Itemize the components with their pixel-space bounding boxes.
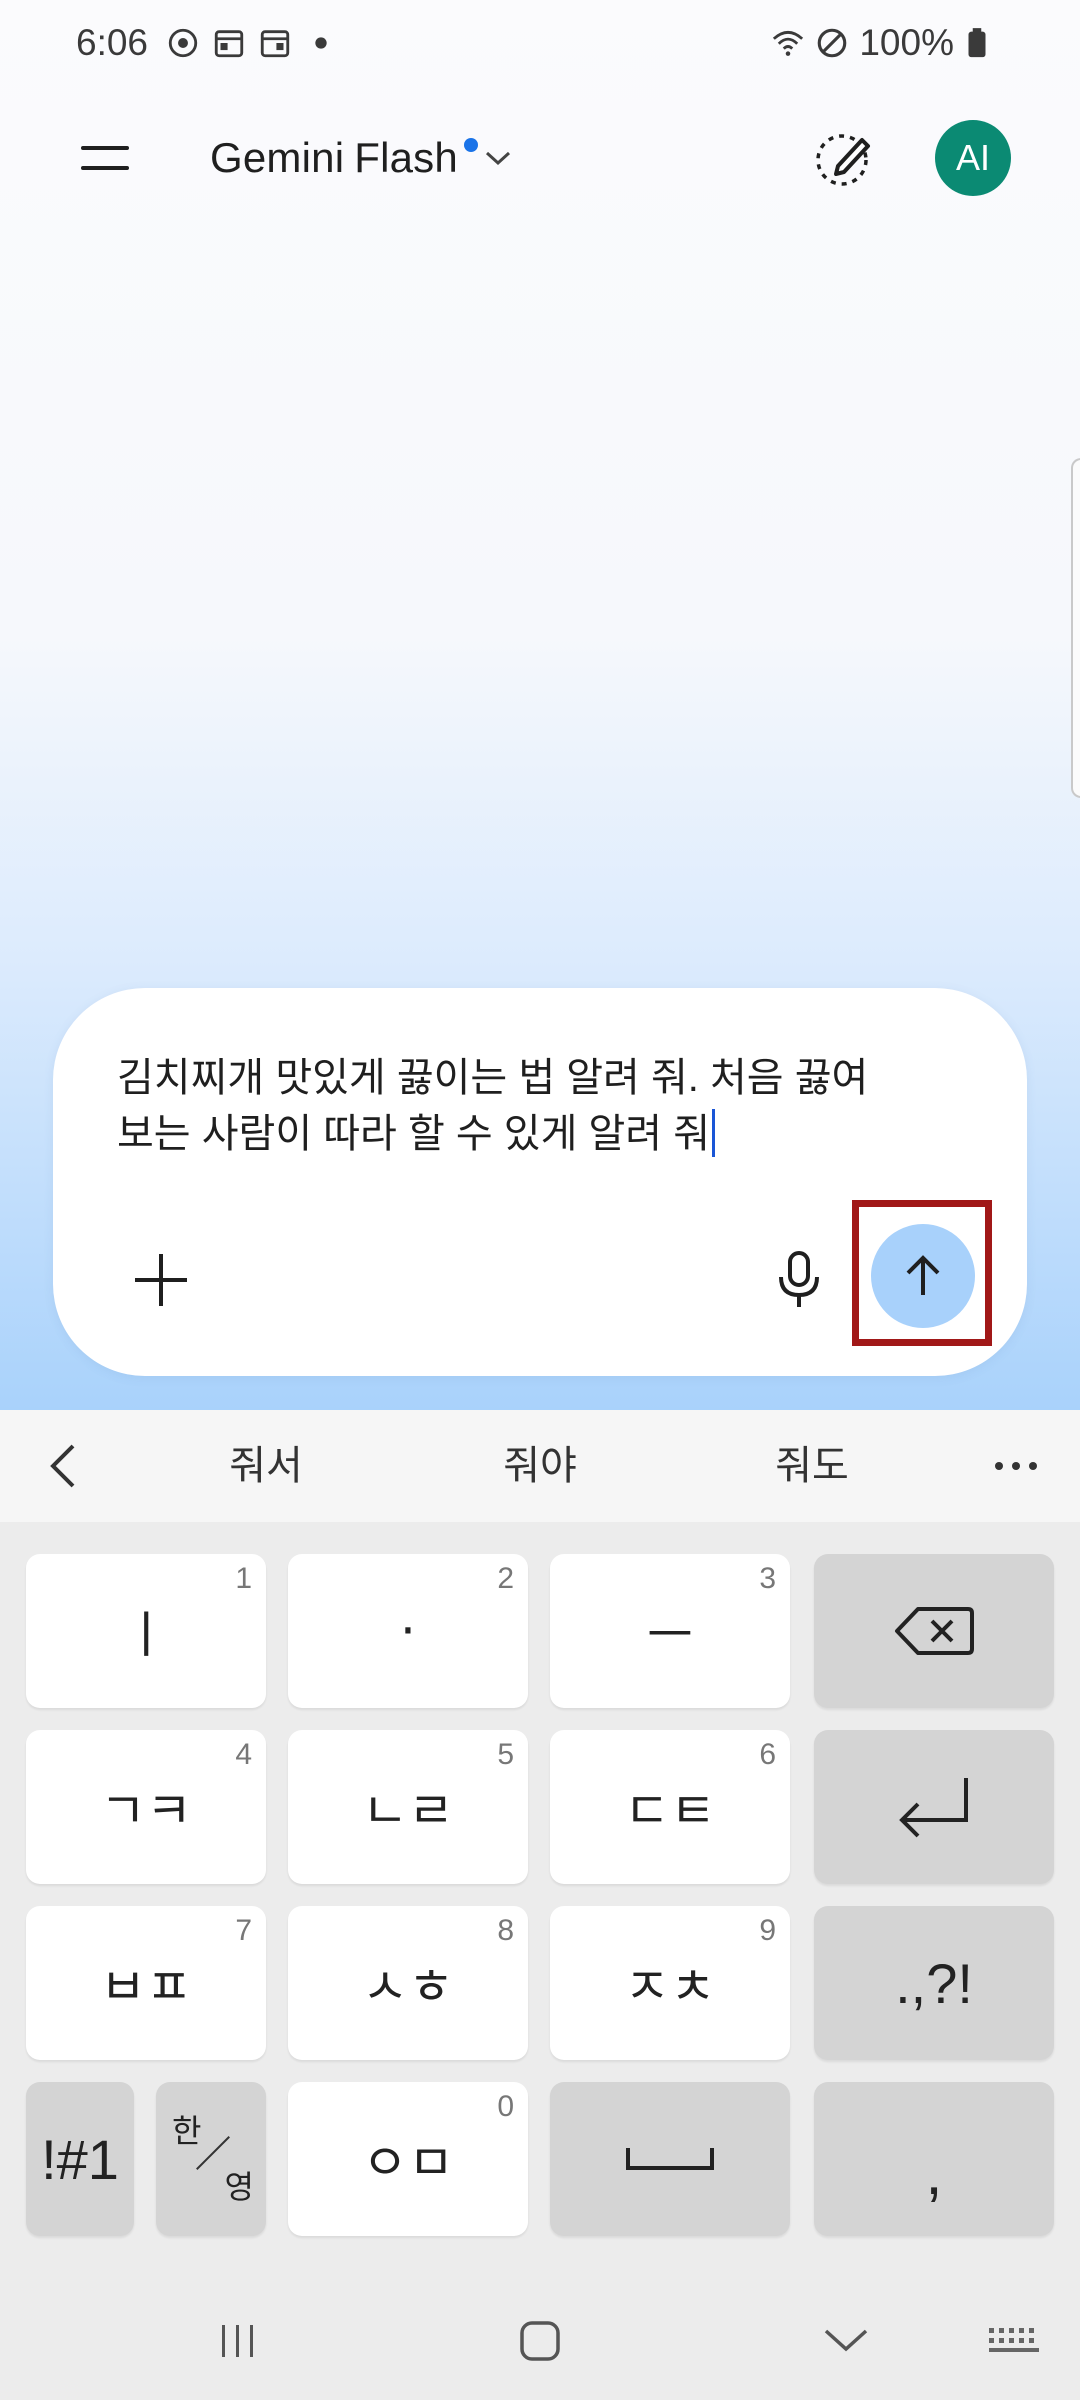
avatar[interactable]: AI — [935, 120, 1011, 196]
keyboard: ㅣ 1 · 2 ㅡ 3 ㄱㅋ 4 ㄴㄹ 5 ㄷㅌ 6 ㅂㅍ 7 ㅅㅎ 8 ㅈㅊ … — [0, 1522, 1080, 2400]
text-caret — [712, 1109, 715, 1157]
sync-icon — [168, 28, 198, 58]
space-icon — [626, 2148, 714, 2170]
side-panel-handle[interactable] — [1071, 458, 1080, 798]
suggestion-3[interactable]: 줘도 — [712, 1436, 912, 1496]
app-header: Gemini Flash AI — [0, 100, 1080, 216]
plus-icon — [135, 1254, 187, 1306]
suggestion-2[interactable]: 줘야 — [440, 1436, 640, 1496]
key-label: ㅣ — [123, 1606, 169, 1664]
recent-apps-button[interactable] — [198, 2308, 278, 2374]
more-horizontal-icon — [995, 1462, 1037, 1470]
key-number: 3 — [759, 1562, 776, 1595]
backspace-key[interactable] — [814, 1554, 1054, 1708]
model-name-secondary: Flash — [354, 134, 458, 181]
key-number: 2 — [497, 1562, 514, 1595]
enter-key[interactable] — [814, 1730, 1054, 1884]
key-number: 4 — [235, 1738, 252, 1771]
microphone-icon — [779, 1251, 819, 1307]
suggestion-1[interactable]: 줘서 — [166, 1436, 366, 1496]
hide-keyboard-button[interactable] — [806, 2308, 886, 2374]
key-label: ㅂㅍ — [100, 1958, 192, 2016]
key-label: ㄴㄹ — [362, 1782, 454, 1840]
notification-dot-icon — [315, 37, 327, 49]
calendar-icon-2 — [260, 30, 290, 58]
keyboard-icon — [989, 2328, 1039, 2352]
key-b-p[interactable]: ㅂㅍ 7 — [26, 1906, 266, 2060]
model-name-primary: Gemini — [210, 134, 345, 181]
symbols-key[interactable]: !#1 — [26, 2082, 134, 2236]
key-label: ㅡ — [647, 1606, 693, 1664]
home-icon — [520, 2321, 560, 2361]
menu-button[interactable] — [66, 130, 146, 186]
key-label: · — [400, 1602, 416, 1660]
status-bar: 6:06 100% — [0, 0, 1080, 86]
key-label: .,?! — [895, 1951, 973, 2015]
key-dot[interactable]: · 2 — [288, 1554, 528, 1708]
language-switch-label: 한 영 — [156, 2082, 266, 2236]
key-label: ㄷㅌ — [624, 1782, 716, 1840]
arrow-up-icon — [906, 1255, 940, 1295]
chevron-down-icon — [485, 151, 510, 166]
wifi-icon — [773, 30, 804, 56]
key-number: 7 — [235, 1914, 252, 1947]
calendar-icon — [214, 30, 244, 58]
key-d-t[interactable]: ㄷㅌ 6 — [550, 1730, 790, 1884]
key-label: ㅇㅁ — [362, 2134, 454, 2192]
key-label: ㅈㅊ — [624, 1958, 716, 2016]
chevron-left-icon — [50, 1444, 75, 1488]
prompt-input-card: 김치찌개 맛있게 끓이는 법 알려 줘. 처음 끓여 보는 사람이 따라 할 수… — [53, 988, 1027, 1376]
navigation-bar — [0, 2280, 1080, 2400]
key-label: ㄱㅋ — [100, 1782, 192, 1840]
add-button[interactable] — [123, 1242, 199, 1318]
key-label: , — [925, 2138, 943, 2208]
key-number: 5 — [497, 1738, 514, 1771]
keyboard-switch-button[interactable] — [974, 2308, 1054, 2374]
new-indicator-dot — [463, 138, 478, 152]
status-right: 100% — [771, 22, 1004, 64]
prompt-input[interactable]: 김치찌개 맛있게 끓이는 법 알려 줘. 처음 끓여 보는 사람이 따라 할 수… — [117, 1050, 957, 1162]
microphone-button[interactable] — [761, 1242, 837, 1318]
recent-apps-icon — [222, 2325, 253, 2357]
key-g-k[interactable]: ㄱㅋ 4 — [26, 1730, 266, 1884]
key-s-h[interactable]: ㅅㅎ 8 — [288, 1906, 528, 2060]
key-number: 9 — [759, 1914, 776, 1947]
key-label: ㅅㅎ — [362, 1958, 454, 2016]
key-number: 8 — [497, 1914, 514, 1947]
status-time: 6:06 — [76, 22, 149, 63]
key-i[interactable]: ㅣ 1 — [26, 1554, 266, 1708]
key-label: !#1 — [41, 2127, 119, 2191]
battery-percent: 100% — [859, 22, 954, 63]
key-o-m[interactable]: ㅇㅁ 0 — [288, 2082, 528, 2236]
send-button[interactable] — [871, 1224, 975, 1328]
enter-icon — [899, 1778, 968, 1838]
language-switch-key[interactable]: 한 영 — [156, 2082, 266, 2236]
app-area: 6:06 100% Gemini Flash AI 김치찌개 맛있게 끓이는 법… — [0, 0, 1080, 1410]
backspace-icon — [895, 1607, 974, 1655]
prompt-text: 김치찌개 맛있게 끓이는 법 알려 줘. 처음 끓여 보는 사람이 따라 할 수… — [117, 1056, 869, 1156]
suggestion-more-button[interactable] — [990, 1438, 1042, 1494]
home-button[interactable] — [500, 2308, 580, 2374]
battery-icon — [968, 28, 986, 58]
do-not-disturb-icon — [818, 28, 847, 58]
key-number: 0 — [497, 2090, 514, 2123]
key-number: 6 — [759, 1738, 776, 1771]
suggestion-back-button[interactable] — [34, 1438, 90, 1494]
suggestion-bar: 줘서 줘야 줘도 — [0, 1410, 1080, 1522]
punctuation-key[interactable]: .,?! — [814, 1906, 1054, 2060]
lang-top: 한 — [172, 2112, 202, 2150]
model-picker[interactable]: Gemini Flash — [210, 128, 512, 188]
comma-key[interactable]: , — [814, 2082, 1054, 2236]
key-eu[interactable]: ㅡ 3 — [550, 1554, 790, 1708]
new-chat-button[interactable] — [808, 122, 880, 194]
key-number: 1 — [235, 1562, 252, 1595]
hamburger-icon — [81, 146, 129, 170]
key-j-ch[interactable]: ㅈㅊ 9 — [550, 1906, 790, 2060]
key-n-r[interactable]: ㄴㄹ 5 — [288, 1730, 528, 1884]
space-key[interactable] — [550, 2082, 790, 2236]
edit-pencil-icon — [816, 134, 870, 186]
chevron-down-nav-icon — [824, 2329, 868, 2352]
lang-bottom: 영 — [224, 2168, 254, 2206]
